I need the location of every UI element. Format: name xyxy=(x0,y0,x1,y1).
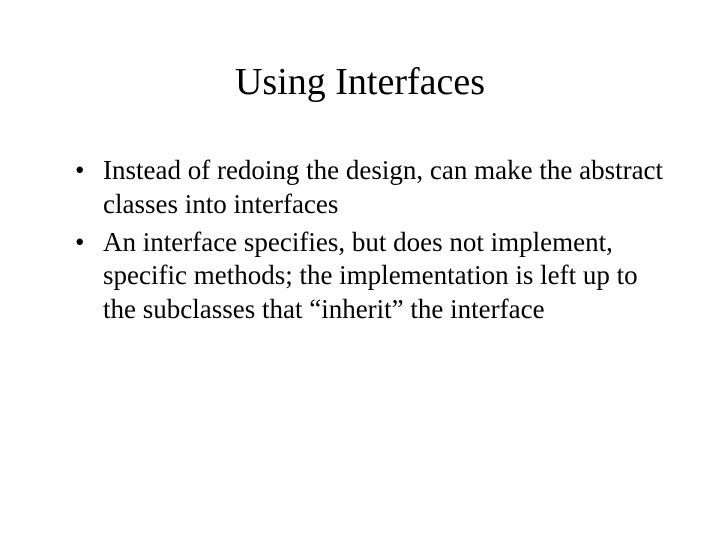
bullet-item: An interface specifies, but does not imp… xyxy=(75,226,665,327)
bullet-list: Instead of redoing the design, can make … xyxy=(55,154,665,327)
bullet-item: Instead of redoing the design, can make … xyxy=(75,154,665,222)
slide-title: Using Interfaces xyxy=(55,60,665,104)
